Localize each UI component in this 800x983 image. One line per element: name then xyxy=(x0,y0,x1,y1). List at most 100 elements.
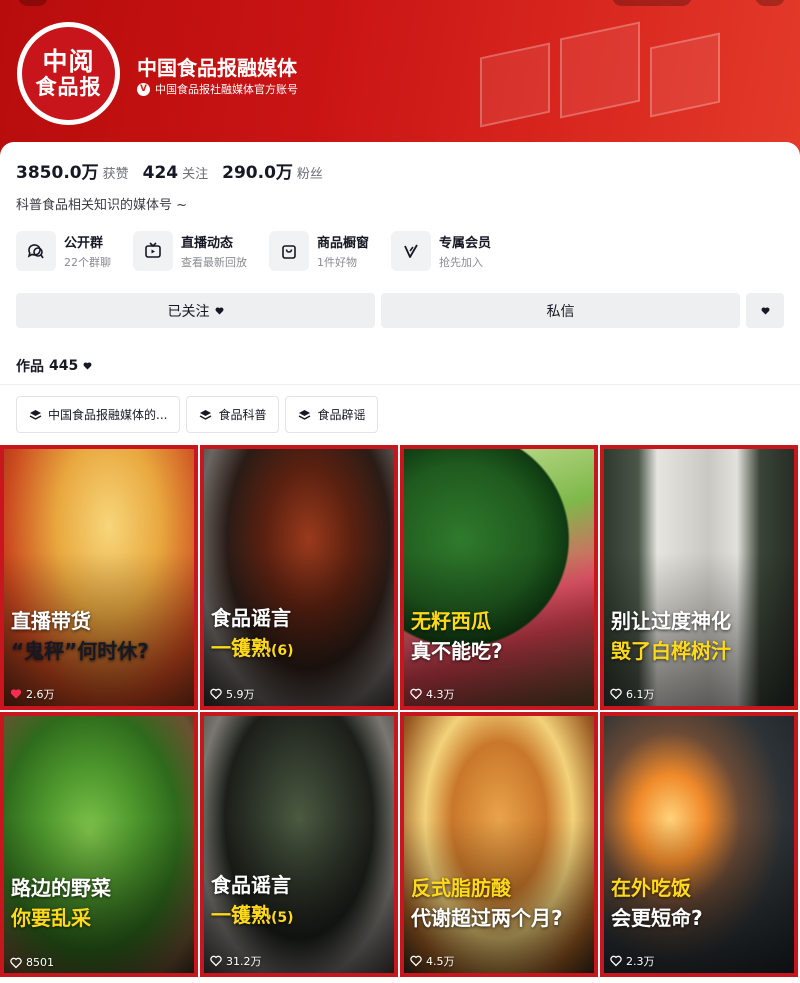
feature-title: 专属会员 xyxy=(439,236,492,251)
heart-outline-icon xyxy=(210,688,222,700)
feature-live[interactable]: 直播动态 查看最新回放 xyxy=(133,231,247,271)
video-title-line2: 一镬熟 xyxy=(211,903,271,927)
feature-shop[interactable]: 商品橱窗 1件好物 xyxy=(269,231,369,271)
like-count: 2.3万 xyxy=(626,955,655,968)
video-tile[interactable]: 食品谣言 一镬熟(6) 5.9万 xyxy=(200,445,398,710)
like-count-row: 2.6万 xyxy=(10,686,55,702)
video-title-line1: 在外吃饭 xyxy=(611,876,691,900)
logo-text: 食品报 xyxy=(35,73,102,99)
live-tv-icon xyxy=(133,231,173,271)
heart-small-icon xyxy=(761,306,769,314)
like-count-row: 31.2万 xyxy=(210,953,262,969)
layers-icon xyxy=(29,409,42,420)
like-count-row: 8501 xyxy=(10,956,54,969)
avatar[interactable]: 中阅 食品报 xyxy=(17,22,120,125)
following-button[interactable]: 已关注 xyxy=(16,293,375,328)
stat-followers[interactable]: 290.0万 粉丝 xyxy=(222,158,323,183)
video-title-line2: 真不能吃? xyxy=(411,639,503,663)
video-tile[interactable]: 反式脂肪酸 代谢超过两个月? 4.5万 xyxy=(400,712,598,977)
video-title-line2: 会更短命? xyxy=(611,906,703,930)
verification-row: V 中国食品报社融媒体官方账号 xyxy=(137,81,298,97)
stat-label: 关注 xyxy=(182,167,209,182)
like-count-row: 2.3万 xyxy=(610,953,655,969)
stat-following[interactable]: 424 关注 xyxy=(143,163,209,183)
video-tile[interactable]: 路边的野菜 你要乱采 8501 xyxy=(0,712,198,977)
profile-bio: 科普食品相关知识的媒体号 ~ xyxy=(16,198,188,213)
like-count: 8501 xyxy=(26,956,54,969)
stat-label: 粉丝 xyxy=(296,167,323,182)
status-pill xyxy=(755,0,785,6)
feature-title: 公开群 xyxy=(64,236,104,251)
verified-icon: V xyxy=(137,82,150,96)
heart-outline-icon xyxy=(610,688,622,700)
layers-icon xyxy=(299,409,311,420)
video-title-line1: 别让过度神化 xyxy=(611,609,731,633)
collection-chips: 中国食品报融媒体的... 食品科普 食品辟谣 xyxy=(16,396,379,433)
collection-chip[interactable]: 食品科普 xyxy=(186,396,280,433)
like-count-row: 5.9万 xyxy=(210,686,255,702)
feature-membership[interactable]: 专属会员 抢先加入 xyxy=(391,231,491,271)
more-dropdown-button[interactable] xyxy=(746,293,784,328)
video-title-line1: 无籽西瓜 xyxy=(411,609,491,633)
heart-outline-icon xyxy=(410,955,422,967)
feature-subtitle: 1件好物 xyxy=(317,256,357,269)
message-button[interactable]: 私信 xyxy=(381,293,740,328)
like-count: 31.2万 xyxy=(226,955,262,968)
heart-filled-icon xyxy=(10,689,22,699)
like-count-row: 4.3万 xyxy=(410,686,455,702)
video-tile[interactable]: 食品谣言 一镬熟(5) 31.2万 xyxy=(200,712,398,977)
banner-decoration xyxy=(460,20,760,140)
layers-icon xyxy=(200,409,212,420)
video-tile[interactable]: 在外吃饭 会更短命? 2.3万 xyxy=(600,712,798,977)
stat-label: 获赞 xyxy=(102,167,129,182)
account-name: 中国食品报融媒体 xyxy=(137,56,297,80)
collection-chip[interactable]: 中国食品报融媒体的... xyxy=(16,396,181,433)
video-title-line2: 你要乱采 xyxy=(11,906,91,930)
video-tile[interactable]: 直播带货 “鬼秤”何时休? 2.6万 xyxy=(0,445,198,710)
heart-small-icon xyxy=(215,306,223,314)
feature-public-group[interactable]: 公开群 22个群聊 xyxy=(16,231,111,271)
feature-title: 商品橱窗 xyxy=(317,236,370,251)
video-tile[interactable]: 别让过度神化 毁了白桦树汁 6.1万 xyxy=(600,445,798,710)
heart-outline-icon xyxy=(610,955,622,967)
video-tile[interactable]: 无籽西瓜 真不能吃? 4.3万 xyxy=(400,445,598,710)
like-count: 6.1万 xyxy=(626,688,655,701)
collection-label: 食品辟谣 xyxy=(317,408,366,422)
heart-outline-icon xyxy=(210,955,222,967)
video-grid: 直播带货 “鬼秤”何时休? 2.6万 食品谣言 一镬熟(6) 5.9万 无籽西瓜… xyxy=(0,445,800,983)
collection-label: 食品科普 xyxy=(218,408,267,422)
video-title-line1: 食品谣言 xyxy=(211,873,291,897)
video-title-line2: “鬼秤”何时休? xyxy=(11,639,149,663)
stats-row: 3850.0万 获赞 424 关注 290.0万 粉丝 xyxy=(16,158,323,183)
like-count-row: 4.5万 xyxy=(410,953,455,969)
like-count: 5.9万 xyxy=(226,688,255,701)
status-pill xyxy=(612,0,692,6)
feature-row: 公开群 22个群聊 直播动态 查看最新回放 商品橱窗 1件好物 专属会员 抢先加… xyxy=(16,231,513,271)
heart-outline-icon xyxy=(410,688,422,700)
feature-subtitle: 查看最新回放 xyxy=(181,256,247,269)
logo-text: 中阅 xyxy=(42,47,95,77)
video-title-line2: 一镬熟 xyxy=(211,636,271,660)
works-tab[interactable]: 作品 445 xyxy=(16,356,92,376)
collection-chip[interactable]: 食品辟谣 xyxy=(285,396,379,433)
stat-value: 290.0万 xyxy=(222,163,293,183)
status-pill xyxy=(18,0,48,6)
profile-banner xyxy=(0,0,800,160)
group-chat-icon xyxy=(16,231,56,271)
heart-outline-icon xyxy=(10,957,22,968)
logo-emblem: 中阅 食品报 xyxy=(22,27,115,120)
video-title-line1: 食品谣言 xyxy=(211,606,291,630)
video-title-line2: 毁了白桦树汁 xyxy=(611,639,731,663)
video-title-line1: 路边的野菜 xyxy=(11,876,111,900)
feature-title: 直播动态 xyxy=(181,236,234,251)
video-title-line1: 直播带货 xyxy=(11,609,91,633)
verification-text: 中国食品报社融媒体官方账号 xyxy=(155,83,298,96)
stat-value: 3850.0万 xyxy=(16,163,99,183)
heart-small-icon xyxy=(83,362,92,370)
collection-label: 中国食品报融媒体的... xyxy=(48,408,168,422)
stat-value: 424 xyxy=(142,163,179,183)
divider xyxy=(0,384,800,385)
feature-subtitle: 抢先加入 xyxy=(439,256,484,269)
stat-likes[interactable]: 3850.0万 获赞 xyxy=(16,158,129,183)
following-label: 已关注 xyxy=(167,303,210,320)
